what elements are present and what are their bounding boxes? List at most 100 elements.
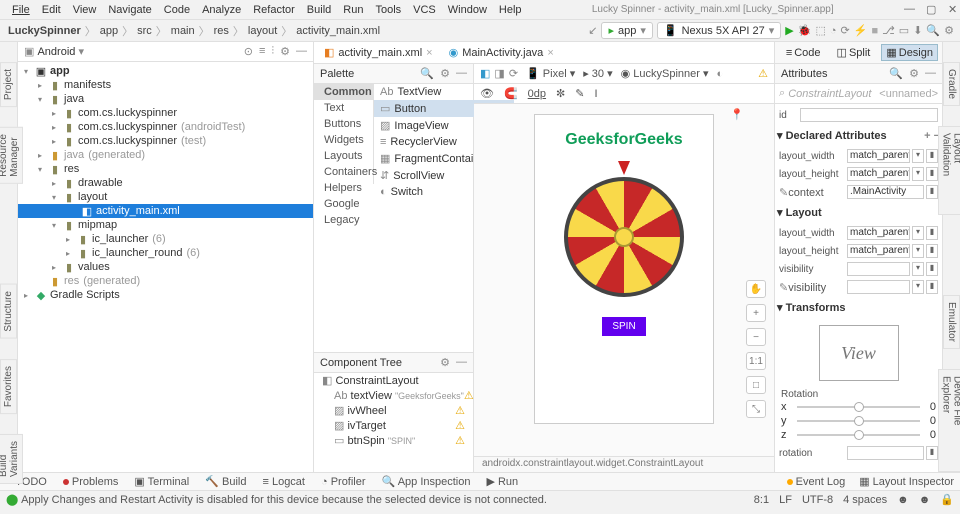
- ct-root[interactable]: ◧ ConstraintLayout: [314, 373, 473, 388]
- flag-icon[interactable]: ▮: [926, 149, 938, 163]
- rotation-y-slider[interactable]: [797, 420, 920, 422]
- menu-refactor[interactable]: Refactor: [247, 4, 301, 16]
- search-button[interactable]: 🔍: [926, 24, 940, 37]
- close-button[interactable]: ✕: [942, 3, 954, 16]
- device-file-explorer-tool-button[interactable]: Device File Explorer: [938, 369, 960, 472]
- build-tool-button[interactable]: 🔨 Build: [205, 475, 246, 488]
- settings-button[interactable]: ⚙: [944, 24, 954, 37]
- settings-icon[interactable]: ⚙: [280, 45, 290, 58]
- app-inspection-tool-button[interactable]: 🔍 App Inspection: [382, 475, 471, 488]
- cat-text[interactable]: Text: [314, 100, 373, 116]
- terminal-tool-button[interactable]: ▣ Terminal: [134, 475, 189, 488]
- file-encoding[interactable]: UTF-8: [802, 494, 833, 506]
- crumb-layout[interactable]: layout: [246, 25, 279, 37]
- resource-manager-tool-button[interactable]: Resource Manager: [0, 127, 23, 184]
- attr-tools-visibility[interactable]: [847, 280, 910, 294]
- hide-icon[interactable]: —: [296, 45, 307, 58]
- crumb-src[interactable]: src: [135, 25, 154, 37]
- search-icon[interactable]: 🔍: [889, 67, 903, 80]
- coverage-button[interactable]: ⬚: [815, 24, 825, 37]
- menu-build[interactable]: Build: [301, 4, 337, 16]
- run-config-module[interactable]: ▸app▾: [601, 22, 652, 39]
- search-icon[interactable]: 🔍: [420, 67, 434, 80]
- flag-icon[interactable]: ▮: [926, 280, 938, 294]
- crumb-main[interactable]: main: [169, 25, 197, 37]
- mode-design[interactable]: ▦Design: [881, 44, 938, 61]
- ct-btnspin[interactable]: ▭ btnSpin "SPIN"⚠: [314, 433, 473, 448]
- project-tree[interactable]: ▾▣app ▸▮manifests ▾▮java ▸▮com.cs.luckys…: [18, 62, 313, 472]
- theme-selector[interactable]: ◉ LuckySpinner ▾: [621, 67, 709, 80]
- api-selector[interactable]: ▸ 30 ▾: [583, 67, 612, 80]
- attach-icon[interactable]: 📍: [730, 108, 744, 121]
- locale-icon[interactable]: ◐: [717, 68, 724, 80]
- run-button[interactable]: ▶: [785, 24, 793, 37]
- zoom-in-button[interactable]: +: [746, 304, 766, 322]
- close-tab-icon[interactable]: ×: [547, 47, 553, 59]
- event-log-tool-button[interactable]: Event Log: [787, 476, 846, 488]
- project-tool-button[interactable]: Project: [0, 62, 17, 107]
- cat-buttons[interactable]: Buttons: [314, 116, 373, 132]
- resize-icon[interactable]: ⤡: [746, 400, 766, 418]
- rotation-x-slider[interactable]: [797, 406, 920, 408]
- attr-visibility[interactable]: [847, 262, 910, 276]
- git-button[interactable]: ⎇: [882, 24, 895, 37]
- flag-icon[interactable]: ▮: [926, 226, 938, 240]
- menu-help[interactable]: Help: [493, 4, 528, 16]
- inspection-icon[interactable]: ☻: [897, 494, 909, 506]
- menu-edit[interactable]: Edit: [36, 4, 67, 16]
- flag-icon[interactable]: ▮: [926, 185, 938, 199]
- cat-containers[interactable]: Containers: [314, 164, 373, 180]
- menu-navigate[interactable]: Navigate: [102, 4, 157, 16]
- line-separator[interactable]: LF: [779, 494, 792, 506]
- sdk-button[interactable]: ⬇: [913, 24, 922, 37]
- mode-split[interactable]: ◫Split: [832, 44, 876, 61]
- structure-tool-button[interactable]: Structure: [0, 284, 17, 339]
- settings-icon[interactable]: ⚙: [440, 67, 450, 80]
- crumb-res[interactable]: res: [212, 25, 231, 37]
- crumb-file[interactable]: activity_main.xml: [294, 25, 382, 37]
- device-preview[interactable]: GeeksforGeeks SPIN: [534, 114, 714, 424]
- emulator-tool-button[interactable]: Emulator: [943, 295, 960, 349]
- avd-button[interactable]: ▭: [899, 24, 909, 37]
- dropdown-icon[interactable]: ▾: [912, 280, 924, 294]
- pan-icon[interactable]: ✋: [746, 280, 766, 298]
- crumb-project[interactable]: LuckySpinner: [6, 25, 83, 37]
- eye-icon[interactable]: 👁: [480, 87, 494, 100]
- default-margin[interactable]: 0dp: [528, 88, 546, 100]
- tab-main-activity[interactable]: ◉MainActivity.java×: [445, 44, 558, 61]
- guideline-icon[interactable]: I: [594, 88, 597, 100]
- dropdown-icon[interactable]: ▾: [912, 244, 924, 258]
- favorites-tool-button[interactable]: Favorites: [0, 359, 17, 414]
- layout-validation-tool-button[interactable]: Layout Validation: [938, 126, 960, 215]
- flag-icon[interactable]: ▮: [926, 446, 938, 460]
- section-declared[interactable]: ▾ Declared Attributes+ −: [775, 126, 942, 145]
- menu-tools[interactable]: Tools: [369, 4, 407, 16]
- attach-debugger-button[interactable]: ⚡: [854, 24, 868, 37]
- section-layout[interactable]: ▾ Layout: [775, 203, 942, 222]
- hide-icon[interactable]: —: [456, 356, 467, 369]
- minimize-button[interactable]: —: [898, 3, 910, 16]
- preview-spin-button[interactable]: SPIN: [602, 317, 645, 336]
- filter-icon[interactable]: ⌕: [779, 87, 785, 100]
- settings-icon[interactable]: ⚙: [440, 356, 450, 369]
- device-selector[interactable]: 📱 Pixel ▾: [526, 67, 575, 80]
- logcat-tool-button[interactable]: ≡ Logcat: [262, 476, 305, 488]
- attr-layout-height[interactable]: match_parent: [847, 167, 910, 181]
- design-mode-icon[interactable]: ◧: [480, 67, 490, 80]
- hide-icon[interactable]: —: [456, 67, 467, 80]
- sync-icon[interactable]: ↙: [588, 24, 597, 37]
- warnings-badge[interactable]: ⚠: [758, 68, 768, 80]
- settings-icon[interactable]: ⚙: [909, 67, 919, 80]
- dropdown-icon[interactable]: ▾: [912, 226, 924, 240]
- dropdown-icon[interactable]: ▾: [912, 149, 924, 163]
- status-info-icon[interactable]: ⬤: [6, 493, 18, 506]
- infer-constraints-icon[interactable]: ✎: [575, 87, 584, 100]
- menu-vcs[interactable]: VCS: [407, 4, 442, 16]
- hide-icon[interactable]: —: [925, 67, 936, 80]
- flag-icon[interactable]: ▮: [926, 167, 938, 181]
- cat-common[interactable]: Common: [314, 84, 373, 100]
- run-tool-button[interactable]: ▶ Run: [486, 475, 518, 488]
- flag-icon[interactable]: ▮: [926, 244, 938, 258]
- attr-rotation[interactable]: [847, 446, 924, 460]
- layout-inspector-tool-button[interactable]: ▦ Layout Inspector: [859, 475, 954, 488]
